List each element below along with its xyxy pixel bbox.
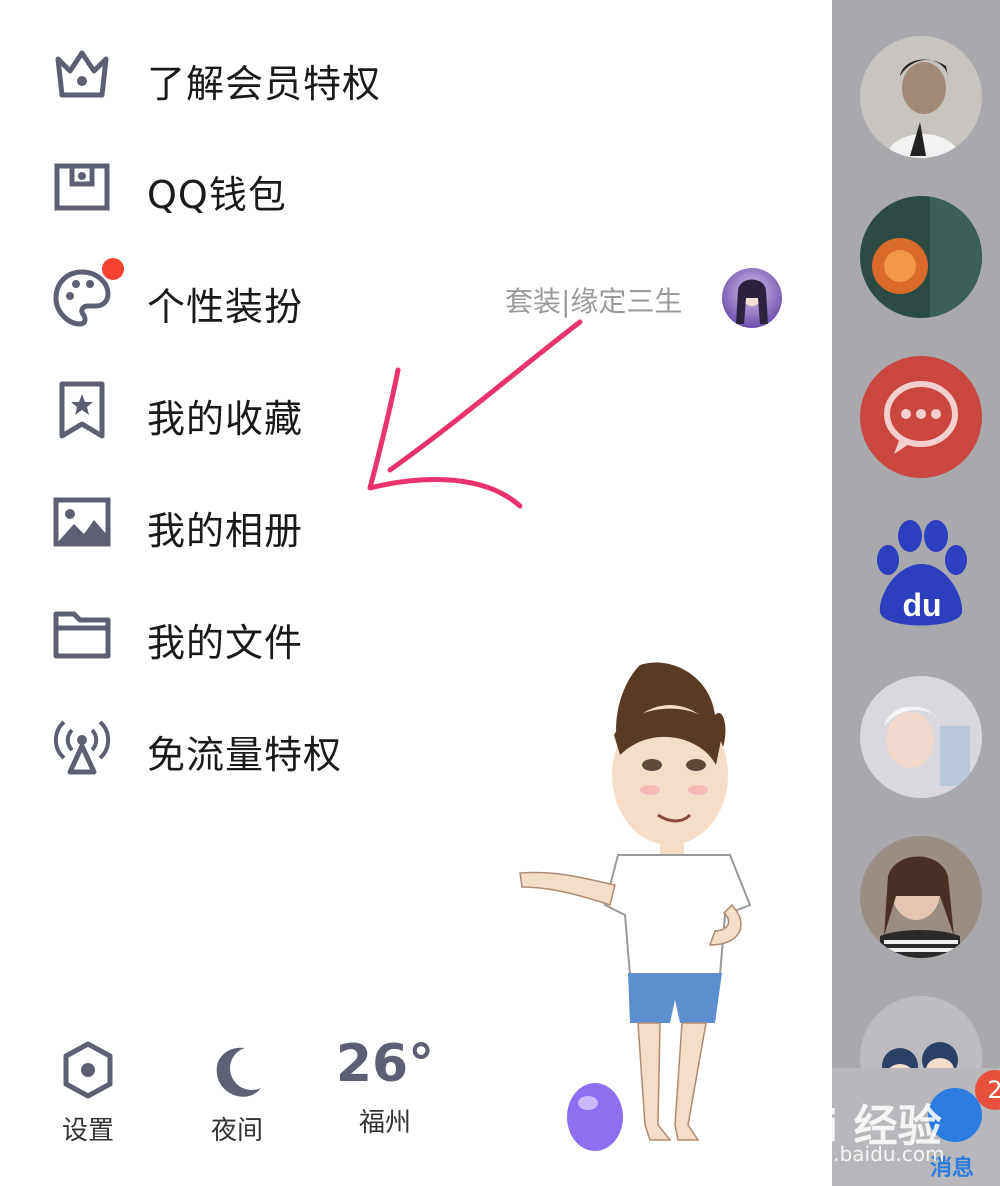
cartoon-character-illustration (519, 662, 752, 1141)
baidu-paw-avatar[interactable]: du (860, 516, 982, 638)
purple-bean-icon (567, 1083, 623, 1151)
menu-item-label: 个性装扮 (147, 285, 304, 329)
chat-avatar[interactable] (860, 196, 982, 318)
weather-temperature: 26° (335, 1034, 435, 1094)
menu-item-label: QQ钱包 (147, 173, 287, 217)
bookmark-star-icon (50, 378, 114, 442)
hexagon-settings-icon (63, 1041, 113, 1099)
menu-item-label: 我的文件 (147, 621, 304, 665)
theme-avatar[interactable] (722, 268, 782, 328)
settings-button[interactable]: 设置 (33, 1040, 143, 1147)
chat-avatar[interactable] (860, 356, 982, 478)
wallet-icon (50, 154, 114, 218)
signal-tower-icon (50, 714, 114, 778)
crown-icon (50, 43, 114, 107)
side-drawer: 了解会员特权 QQ钱包 个性装扮 套装|缘定三生 我的收藏 我的相册 我的文件 … (0, 0, 832, 1186)
chat-avatar[interactable] (860, 36, 982, 158)
moon-icon (216, 1047, 261, 1097)
menu-item-label: 我的相册 (147, 509, 304, 553)
night-mode-label: 夜间 (210, 1116, 263, 1146)
svg-text:du: du (902, 587, 941, 623)
menu-item-label: 了解会员特权 (147, 62, 382, 106)
annotation-arrow (367, 319, 583, 509)
menu-item-vip[interactable]: 了解会员特权 (0, 25, 832, 125)
weather-city: 福州 (358, 1108, 411, 1138)
folder-icon (50, 602, 114, 666)
night-mode-button[interactable]: 夜间 (182, 1040, 292, 1147)
menu-item-label: 我的收藏 (147, 397, 304, 441)
notification-dot (102, 258, 124, 280)
settings-label: 设置 (61, 1116, 114, 1146)
weather-widget[interactable]: 26° 福州 (330, 1034, 440, 1139)
watermark-url: jingyan.baidu.com (760, 1142, 945, 1166)
chat-avatar[interactable] (860, 676, 982, 798)
chat-avatar[interactable] (860, 836, 982, 958)
menu-item-wallet[interactable]: QQ钱包 (0, 136, 832, 236)
photo-icon (50, 490, 114, 554)
menu-item-label: 免流量特权 (147, 733, 343, 777)
conversation-list-overlay[interactable]: du (832, 0, 1000, 1186)
